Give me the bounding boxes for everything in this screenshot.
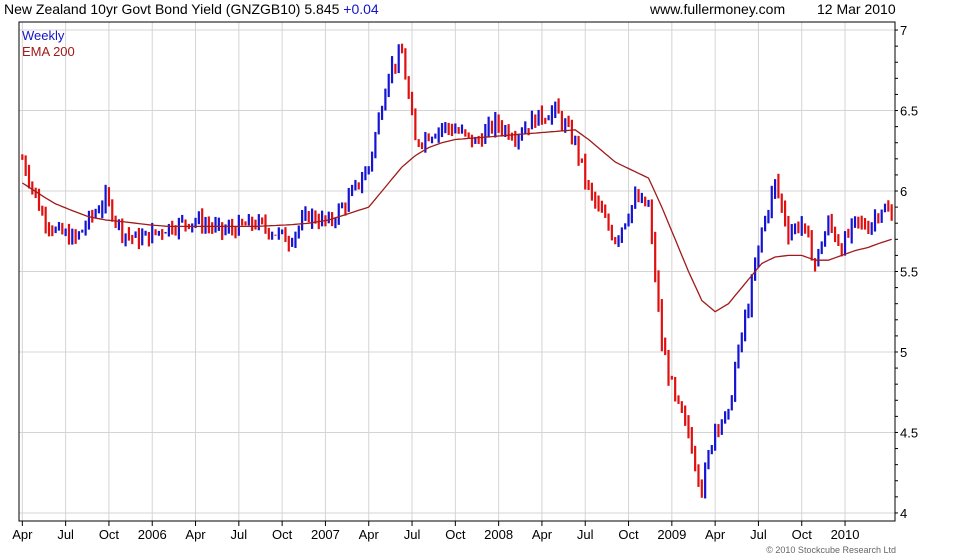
y-tick-label: 6: [900, 184, 907, 199]
y-tick-label: 4.5: [900, 425, 918, 440]
y-tick-label: 5: [900, 345, 907, 360]
x-tick-label: Jul: [57, 527, 74, 542]
legend-weekly: Weekly: [22, 28, 65, 43]
x-tick-label: Apr: [359, 527, 380, 542]
copyright: © 2010 Stockcube Research Ltd: [766, 545, 896, 555]
x-tick-label: Oct: [792, 527, 813, 542]
x-tick-label: Apr: [532, 527, 553, 542]
y-tick-label: 4: [900, 506, 907, 521]
x-tick-label: Apr: [705, 527, 726, 542]
x-tick-label: 2006: [138, 527, 167, 542]
x-tick-label: 2009: [657, 527, 686, 542]
legend: Weekly EMA 200: [22, 28, 75, 60]
y-tick-label: 6.5: [900, 104, 918, 119]
x-tick-label: Apr: [12, 527, 33, 542]
x-tick-label: 2008: [484, 527, 513, 542]
x-tick-label: 2010: [831, 527, 860, 542]
x-tick-label: Oct: [618, 527, 639, 542]
x-tick-label: Jul: [577, 527, 594, 542]
x-tick-label: 2007: [311, 527, 340, 542]
legend-ema: EMA 200: [22, 44, 75, 59]
x-tick-label: Jul: [231, 527, 248, 542]
x-tick-label: Jul: [404, 527, 421, 542]
y-tick-label: 7: [900, 23, 907, 38]
x-tick-label: Oct: [445, 527, 466, 542]
y-tick-label: 5.5: [900, 265, 918, 280]
x-tick-label: Jul: [750, 527, 767, 542]
x-tick-label: Oct: [272, 527, 293, 542]
chart-svg: 4 4.5 5 5.5 6 6.5 7 Apr Jul Oct 2006 Apr Jul Oct 2007 A…: [12, 21, 918, 542]
x-tick-label: Oct: [99, 527, 120, 542]
x-tick-label: Apr: [185, 527, 206, 542]
